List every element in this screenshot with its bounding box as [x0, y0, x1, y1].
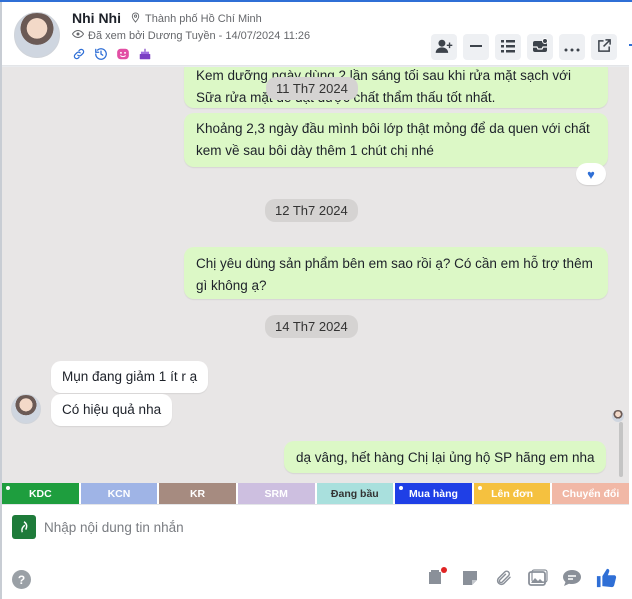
open-external-icon [597, 38, 612, 56]
list-icon [500, 39, 516, 56]
label-chip[interactable]: SRM [237, 483, 315, 504]
label-active-dot [6, 486, 10, 490]
seen-status: Đã xem bởi Dương Tuyền - 14/07/2024 11:2… [71, 29, 311, 42]
sticker-tag-icon[interactable] [425, 567, 447, 589]
label-chip-text: Mua hàng [408, 487, 458, 500]
read-receipt-avatar [612, 410, 624, 422]
label-chip[interactable]: Chuyển đổi [552, 483, 629, 504]
note-icon[interactable] [459, 567, 481, 589]
label-chip-text: KDC [28, 487, 52, 500]
open-external-button[interactable] [591, 34, 617, 60]
notification-dot [441, 567, 447, 573]
message-outgoing[interactable]: Khoảng 2,3 ngày đầu mình bôi lớp thật mỏ… [184, 113, 608, 167]
date-separator: 14 Th7 2024 [265, 315, 358, 338]
message-list[interactable]: Kem dưỡng ngày dùng 2 lần sáng tối sau k… [2, 67, 629, 483]
contact-avatar[interactable] [14, 12, 60, 58]
contact-quick-actions [72, 47, 152, 64]
label-chip[interactable]: Đang bầu [316, 483, 394, 504]
location-pin-icon [130, 12, 141, 26]
seen-text: Đã xem bởi Dương Tuyền - 14/07/2024 11:2… [88, 29, 311, 42]
label-active-dot [477, 486, 482, 490]
inbox-icon [532, 37, 548, 57]
message-outgoing[interactable]: dạ vâng, hết hàng Chị lại ủng hộ SP hãng… [284, 441, 607, 473]
composer: ? [2, 504, 629, 599]
label-chip-text: KCN [107, 487, 131, 500]
date-separator: 12 Th7 2024 [265, 199, 358, 222]
message-incoming[interactable]: Có hiệu quả nha [51, 394, 173, 426]
emoji-icon[interactable] [116, 47, 130, 64]
label-chip[interactable]: Mua hàng [395, 483, 472, 504]
chat-bubble-icon[interactable] [561, 567, 583, 589]
composer-toolbar [425, 567, 617, 589]
label-chip-text: Chuyển đổi [562, 487, 620, 500]
label-chip-text: Lên đơn [491, 487, 533, 500]
label-chip[interactable]: KR [159, 483, 236, 504]
add-member-icon [435, 38, 453, 57]
chat-header: Nhi Nhi Thành phố Hồ Chí Minh Đã xem bởi… [2, 2, 629, 66]
minimize-button[interactable] [463, 34, 489, 60]
label-active-dot [399, 486, 404, 490]
location-text: Thành phố Hồ Chí Minh [145, 13, 262, 25]
more-button[interactable] [559, 34, 585, 60]
label-chip-text: Đang bầu [330, 487, 379, 500]
message-input[interactable] [44, 513, 604, 541]
sender-avatar[interactable] [11, 394, 41, 424]
message-incoming[interactable]: Mụn đang giảm 1 ít r ạ [51, 361, 209, 393]
scrollbar[interactable] [619, 422, 623, 477]
contact-name[interactable]: Nhi Nhi [72, 10, 121, 26]
heart-icon: ♥ [587, 166, 595, 182]
minimize-icon [468, 38, 484, 57]
label-chip[interactable]: KDC [2, 483, 79, 504]
label-chip[interactable]: Lên đơn [473, 483, 551, 504]
chat-window: Nhi Nhi Thành phố Hồ Chí Minh Đã xem bởi… [0, 0, 632, 599]
inbox-button[interactable] [527, 34, 553, 60]
like-icon[interactable] [595, 567, 617, 589]
add-member-button[interactable] [431, 34, 457, 60]
attachment-icon[interactable] [493, 567, 515, 589]
link-icon[interactable] [72, 47, 86, 64]
history-icon[interactable] [94, 47, 108, 64]
heart-reaction[interactable]: ♥ [576, 163, 606, 185]
birthday-cake-icon[interactable] [138, 47, 152, 64]
eye-icon [71, 29, 85, 42]
label-chip-text: SRM [264, 487, 288, 500]
message-outgoing[interactable]: Kem dưỡng ngày dùng 2 lần sáng tối sau k… [184, 67, 608, 108]
label-chip[interactable]: KCN [80, 483, 158, 504]
date-separator: 11 Th7 2024 [266, 77, 358, 100]
image-icon[interactable] [527, 567, 549, 589]
list-button[interactable] [495, 34, 521, 60]
message-outgoing[interactable]: Chị yêu dùng sản phẩm bên em sao rồi ạ? … [184, 247, 608, 299]
brand-logo-icon [12, 515, 36, 539]
more-icon [564, 39, 580, 55]
header-actions [431, 34, 617, 60]
help-icon[interactable]: ? [12, 570, 31, 589]
label-bar: KDC KCN KR SRM Đang bầu Mua hàng Lên đơn Chuyển… [2, 483, 629, 504]
label-chip-text: KR [189, 487, 206, 500]
contact-location: Thành phố Hồ Chí Minh [130, 12, 262, 26]
